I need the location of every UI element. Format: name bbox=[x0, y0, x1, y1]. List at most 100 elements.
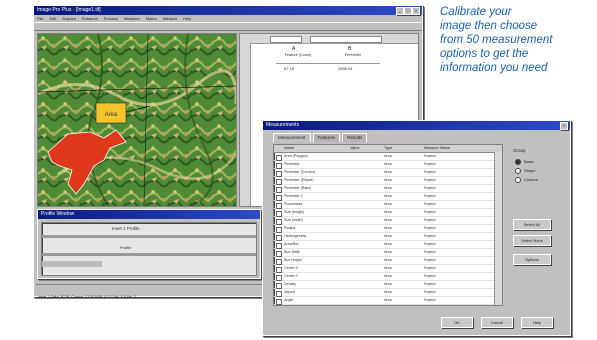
list-item[interactable]: Angle Area Feature bbox=[274, 297, 494, 305]
row-type: Area bbox=[384, 305, 392, 306]
cell-b1[interactable]: 2898.04 bbox=[338, 66, 352, 71]
checkbox[interactable] bbox=[276, 170, 282, 177]
checkbox[interactable] bbox=[276, 186, 282, 193]
measurement-list[interactable]: Name Value Type Measure Name Area (Polyg… bbox=[273, 144, 503, 306]
checkbox[interactable] bbox=[276, 154, 282, 161]
col-measure[interactable]: Measure Name bbox=[424, 145, 450, 152]
list-item[interactable]: Perimeter 2 Area Feature bbox=[274, 193, 494, 201]
radio-icon bbox=[515, 158, 521, 165]
menu-item-measure[interactable]: Measure bbox=[124, 16, 140, 21]
tab-results[interactable]: Results bbox=[342, 133, 368, 142]
row-measure: Feature bbox=[424, 218, 437, 222]
row-name: Box Height bbox=[284, 258, 302, 262]
menu-item-enhance[interactable]: Enhance bbox=[82, 16, 98, 21]
row-measure: Feature bbox=[424, 274, 437, 278]
menu-item-window[interactable]: Window bbox=[163, 16, 177, 21]
minimize-button[interactable]: _ bbox=[396, 7, 404, 15]
checkbox[interactable] bbox=[276, 162, 282, 169]
row-type: Area bbox=[384, 170, 392, 174]
list-item[interactable]: Heterogeneity Area Feature bbox=[274, 233, 494, 241]
col-type[interactable]: Type bbox=[384, 145, 392, 152]
list-item[interactable]: Aspect Area Feature bbox=[274, 289, 494, 297]
checkbox[interactable] bbox=[276, 258, 282, 265]
select-all-button[interactable]: Select All bbox=[513, 219, 551, 230]
col-name[interactable]: Name bbox=[284, 145, 294, 152]
dialog-tabs: Measurement Features Results bbox=[273, 133, 369, 142]
list-scrollbar[interactable] bbox=[494, 152, 502, 305]
row-name: Box Width bbox=[284, 250, 301, 254]
list-item[interactable]: Perimeter (Convex) Area Feature bbox=[274, 169, 494, 177]
col-b-subheader: Perimeter bbox=[344, 53, 362, 57]
options-button[interactable]: Options bbox=[513, 254, 551, 265]
checkbox[interactable] bbox=[276, 226, 282, 233]
caption-line: information you need bbox=[440, 62, 548, 74]
radio-label: Basic bbox=[524, 159, 534, 164]
checkbox[interactable] bbox=[276, 202, 282, 209]
row-type: Area bbox=[384, 274, 392, 278]
profile-window: Profile Window Inset 1 Profile Profile bbox=[37, 209, 261, 279]
menu-item-help[interactable]: Help bbox=[183, 16, 191, 21]
list-item[interactable]: Roundness Area Feature bbox=[274, 201, 494, 209]
maximize-button[interactable]: □ bbox=[404, 7, 412, 15]
ok-button[interactable]: OK bbox=[441, 317, 473, 328]
radio-option[interactable]: Shape bbox=[515, 166, 538, 175]
row-name: Center Y bbox=[284, 274, 299, 278]
checkbox[interactable] bbox=[276, 234, 282, 241]
menu-item-macro[interactable]: Macro bbox=[146, 16, 157, 21]
menu-item-acquire[interactable]: Acquire bbox=[62, 16, 76, 21]
profile-label-2: Profile bbox=[120, 245, 132, 250]
map-image[interactable]: Area bbox=[37, 33, 237, 207]
radio-option[interactable]: Basic bbox=[515, 157, 538, 166]
list-item[interactable]: Center Y Area Feature bbox=[274, 273, 494, 281]
row-name: Perimeter (Ratio) bbox=[284, 186, 312, 190]
menu-item-process[interactable]: Process bbox=[104, 16, 118, 21]
checkbox[interactable] bbox=[276, 178, 282, 185]
list-item[interactable]: Perimeter (Ellipse) Area Feature bbox=[274, 177, 494, 185]
list-item[interactable]: Box Width Area Feature bbox=[274, 249, 494, 257]
row-type: Area bbox=[384, 282, 392, 286]
select-none-button[interactable]: Select None bbox=[513, 235, 551, 246]
list-item[interactable]: Size (length) Area Feature bbox=[274, 209, 494, 217]
caption-line: options to get the bbox=[440, 48, 529, 60]
list-item[interactable]: Radius Area Feature bbox=[274, 225, 494, 233]
list-item[interactable]: Size (width) Area Feature bbox=[274, 217, 494, 225]
row-name: Size (length) bbox=[284, 210, 305, 214]
cell-a1[interactable]: 87.15 bbox=[284, 66, 294, 71]
close-button[interactable]: × bbox=[412, 7, 420, 15]
checkbox[interactable] bbox=[276, 298, 282, 305]
checkbox[interactable] bbox=[276, 210, 282, 217]
checkbox[interactable] bbox=[276, 274, 282, 281]
checkbox[interactable] bbox=[276, 194, 282, 201]
row-type: Area bbox=[384, 154, 392, 158]
list-item[interactable]: Perimeter (Ratio) Area Feature bbox=[274, 185, 494, 193]
caption-line: from 50 measurement bbox=[440, 34, 553, 46]
col-value[interactable]: Value bbox=[350, 145, 359, 152]
list-item[interactable]: Perimeter Area Feature bbox=[274, 161, 494, 169]
list-item[interactable]: Density Area Feature bbox=[274, 281, 494, 289]
checkbox[interactable] bbox=[276, 266, 282, 273]
checkbox[interactable] bbox=[276, 250, 282, 257]
list-item[interactable]: Box Height Area Feature bbox=[274, 257, 494, 265]
row-type: Area bbox=[384, 258, 392, 262]
checkbox[interactable] bbox=[276, 218, 282, 225]
help-button[interactable]: Help bbox=[521, 317, 553, 328]
row-type: Area bbox=[384, 162, 392, 166]
radio-icon bbox=[515, 167, 521, 174]
dialog-close-button[interactable]: × bbox=[560, 122, 568, 130]
list-item[interactable]: Center X Area Feature bbox=[274, 265, 494, 273]
profile-plot[interactable]: Inset 1 Profile Profile bbox=[41, 222, 257, 276]
checkbox[interactable] bbox=[276, 290, 282, 297]
list-item[interactable]: Area (Polygon) Area Feature bbox=[274, 153, 494, 161]
menu-item-edit[interactable]: Edit bbox=[49, 16, 56, 21]
checkbox[interactable] bbox=[276, 242, 282, 249]
row-measure: Feature bbox=[424, 154, 437, 158]
radio-option[interactable]: Custom bbox=[515, 175, 538, 184]
list-item[interactable]: Area/Box Area Feature bbox=[274, 241, 494, 249]
tab-measurement[interactable]: Measurement bbox=[273, 133, 311, 142]
list-item[interactable]: Diameter Area Feature bbox=[274, 305, 494, 306]
checkbox[interactable] bbox=[276, 282, 282, 289]
cancel-button[interactable]: Cancel bbox=[481, 317, 513, 328]
tab-features[interactable]: Features bbox=[312, 133, 341, 142]
menu-item-file[interactable]: File bbox=[37, 16, 43, 21]
row-measure: Feature bbox=[424, 210, 437, 214]
